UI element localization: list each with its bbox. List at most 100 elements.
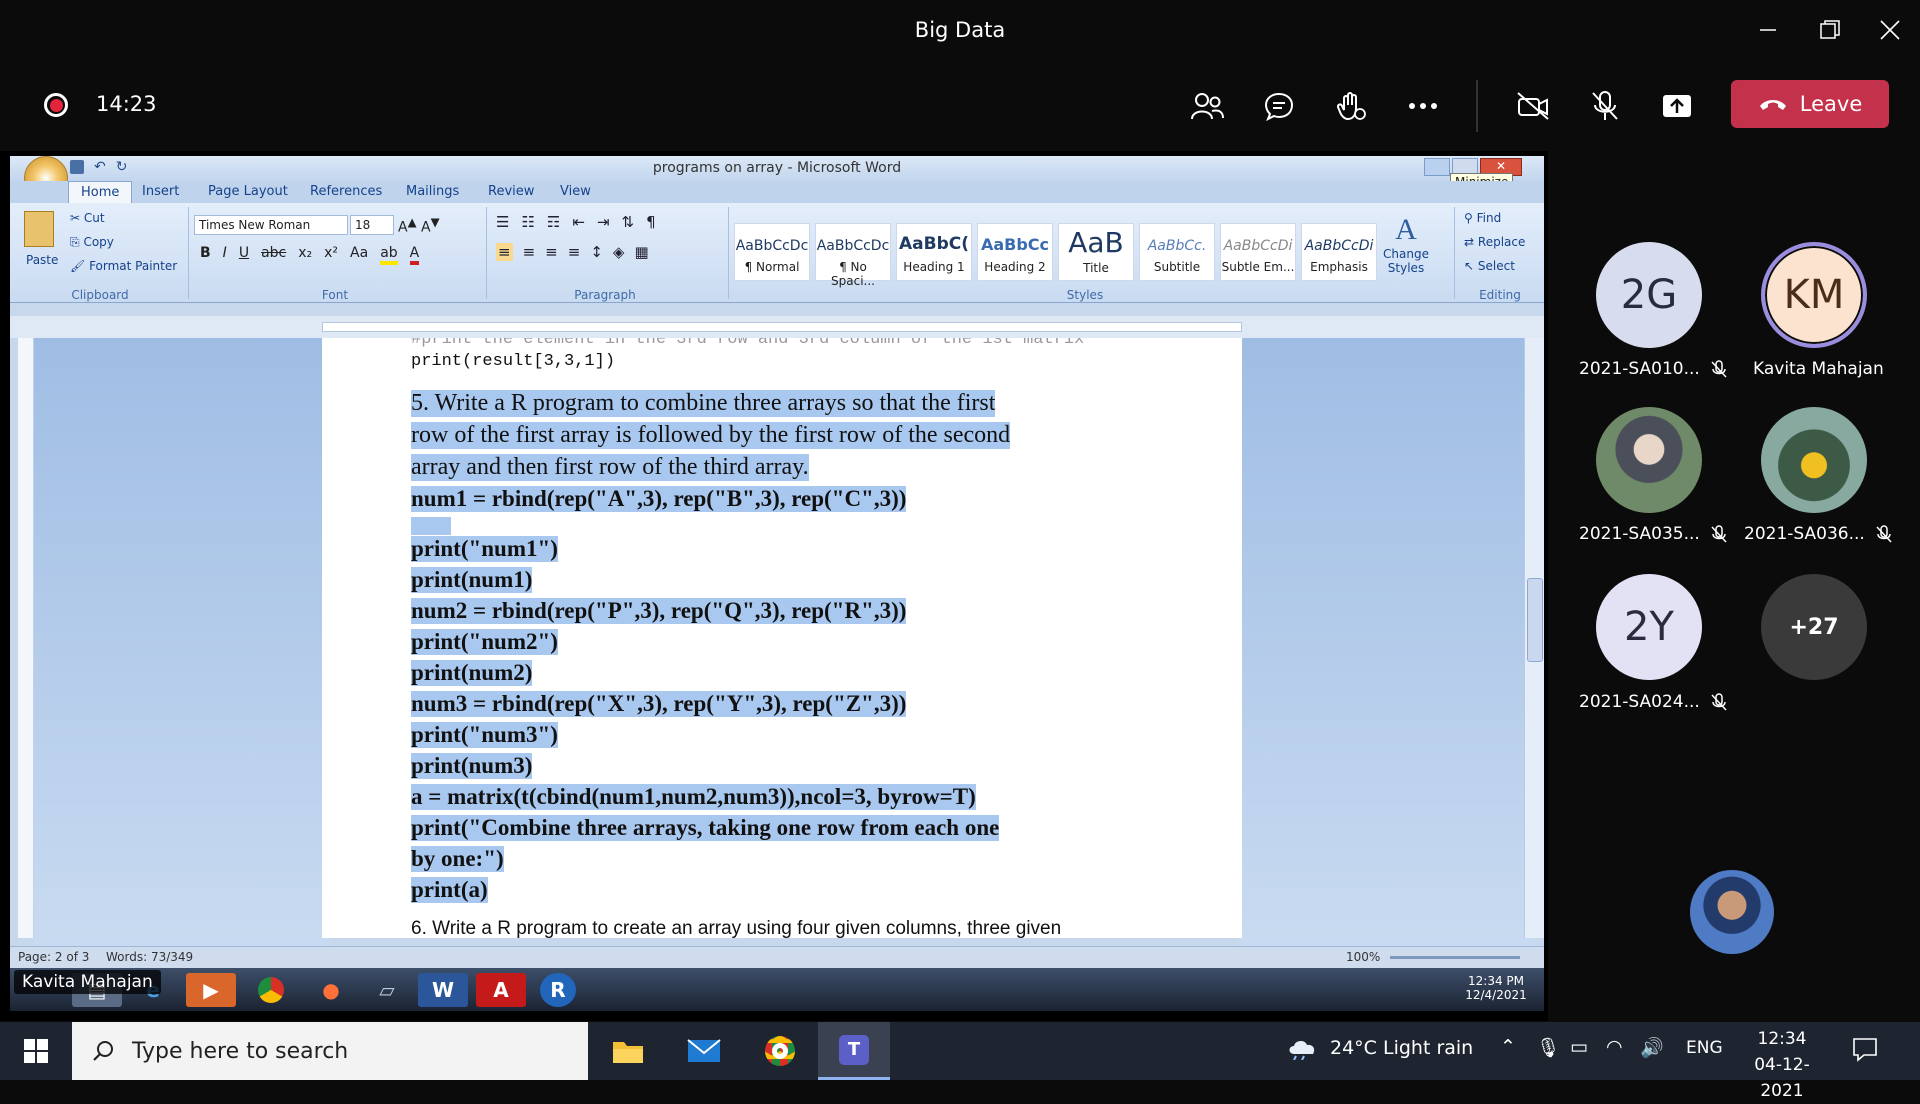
network-icon[interactable]: ◠ [1606,1036,1623,1058]
format-painter-button[interactable]: 🖌 Format Painter [70,259,190,273]
style-emphasis[interactable]: AaBbCcDi Emphasis [1301,223,1377,281]
shared-app-chrome[interactable] [246,973,296,1007]
show-marks-icon[interactable]: ¶ [646,213,656,231]
shared-app-media[interactable]: ▶ [186,973,236,1007]
battery-icon[interactable]: ▭ [1570,1036,1588,1058]
horizontal-ruler[interactable] [10,316,1544,338]
more-options-button[interactable] [1400,84,1446,128]
tab-home[interactable]: Home [68,181,133,203]
show-hidden-icons[interactable]: ⌃ [1500,1036,1516,1058]
bullets-icon[interactable]: ☰ [496,213,509,231]
tab-insert[interactable]: Insert [142,184,179,199]
line-spacing-icon[interactable]: ↕ [590,243,603,261]
style-title[interactable]: AaB Title [1058,223,1134,281]
borders-icon[interactable]: ▦ [634,243,648,261]
font-name-select[interactable]: Times New Roman [194,215,348,235]
align-right-icon[interactable]: ≡ [545,243,558,261]
highlight-icon[interactable]: ab [380,245,398,265]
strikethrough-icon[interactable]: abc [261,245,286,265]
word-count[interactable]: Words: 73/349 [106,950,193,964]
superscript-icon[interactable]: x² [324,245,338,265]
tab-page-layout[interactable]: Page Layout [208,184,288,199]
chat-button[interactable] [1256,84,1302,128]
zoom-level[interactable]: 100% [1346,950,1380,964]
word-minimize-button[interactable] [1424,158,1450,176]
volume-icon[interactable]: 🔊 [1640,1036,1664,1059]
find-button[interactable]: ⚲ Find [1464,211,1501,225]
participant-avatar-speaking[interactable]: KM [1761,242,1867,348]
tab-mailings[interactable]: Mailings [406,184,459,199]
replace-button[interactable]: ⇄ Replace [1464,235,1525,249]
font-color-icon[interactable]: A [409,245,420,265]
paste-icon[interactable] [24,211,54,247]
tab-references[interactable]: References [310,184,382,199]
align-left-icon[interactable]: ≡ [496,243,513,261]
style-heading-1[interactable]: AaBbC(Heading 1 [896,223,972,281]
paste-button[interactable]: Paste [26,253,58,267]
justify-icon[interactable]: ≡ [568,243,581,261]
shared-app-r[interactable]: R [540,973,576,1007]
close-button[interactable] [1860,0,1920,59]
select-button[interactable]: ↖ Select [1464,259,1515,273]
start-button[interactable] [0,1022,72,1080]
system-clock[interactable]: 12:34 04-12-2021 [1736,1026,1828,1104]
taskbar-mail[interactable] [668,1022,740,1080]
minimize-button[interactable] [1738,0,1798,59]
style-subtitle[interactable]: AaBbCc. Subtitle [1139,223,1215,281]
taskbar-search[interactable]: Type here to search [72,1022,588,1080]
reactions-button[interactable] [1328,84,1374,128]
decrease-indent-icon[interactable]: ⇤ [572,213,585,231]
taskbar-teams[interactable]: T [818,1022,890,1080]
vertical-ruler[interactable] [18,338,34,938]
notifications-button[interactable] [1852,1036,1878,1066]
page-count[interactable]: Page: 2 of 3 [18,950,89,964]
copy-button[interactable]: ⎘ Copy [70,235,170,250]
tab-view[interactable]: View [560,184,591,199]
style-no-spacing[interactable]: AaBbCcDc ¶ No Spaci... [815,223,891,288]
change-case-icon[interactable]: Aa [350,245,368,265]
scrollbar-thumb[interactable] [1527,578,1543,662]
shared-app-firefox[interactable]: ● [306,973,356,1007]
weather-widget[interactable]: 24°C Light rain [1286,1036,1473,1060]
shared-app-acrobat[interactable]: A [476,973,526,1007]
mic-toggle-button[interactable] [1582,84,1628,128]
multilevel-list-icon[interactable]: ☶ [547,213,560,231]
shared-app-word[interactable]: W [418,973,468,1007]
taskbar-chrome[interactable] [744,1022,816,1080]
microphone-tray-icon[interactable]: 🎙 [1536,1036,1560,1059]
font-size-select[interactable]: 18 [350,215,394,235]
participant-photo-avatar[interactable] [1596,407,1702,513]
more-participants-button[interactable]: +27 [1761,574,1867,680]
style-normal[interactable]: AaBbCcDc ¶ Normal [734,223,810,281]
italic-icon[interactable]: I [223,245,227,265]
increase-indent-icon[interactable]: ⇥ [597,213,610,231]
subscript-icon[interactable]: x₂ [298,245,312,265]
change-styles-button[interactable]: A Change Styles [1376,213,1436,275]
restore-button[interactable] [1800,0,1860,59]
align-center-icon[interactable]: ≡ [523,243,536,261]
document-page[interactable]: #print the element in the 3rd row and 3r… [322,338,1242,938]
grow-font-icon[interactable]: A▲ A▼ [398,215,440,236]
people-button[interactable] [1184,84,1230,128]
bold-icon[interactable]: B [200,245,211,265]
participant-avatar[interactable]: 2Y [1596,574,1702,680]
shared-app-notes[interactable]: ▱ [362,973,412,1007]
vertical-scrollbar[interactable] [1524,338,1544,938]
language-indicator[interactable]: ENG [1686,1038,1723,1058]
shading-icon[interactable]: ◈ [613,243,625,261]
share-button[interactable] [1654,84,1700,128]
leave-button[interactable]: Leave [1731,80,1889,128]
style-heading-2[interactable]: AaBbCc Heading 2 [977,223,1053,281]
zoom-slider[interactable] [1390,956,1520,959]
cut-button[interactable]: ✂ Cut [70,211,170,225]
taskbar-file-explorer[interactable] [592,1022,664,1080]
camera-toggle-button[interactable] [1510,84,1556,128]
underline-icon[interactable]: U [239,245,249,265]
participant-avatar[interactable]: 2G [1596,242,1702,348]
style-subtle-emphasis[interactable]: AaBbCcDi Subtle Em... [1220,223,1296,281]
participant-photo-avatar[interactable] [1761,407,1867,513]
sort-icon[interactable]: ⇅ [622,213,635,231]
self-view-avatar[interactable] [1690,870,1774,954]
numbering-icon[interactable]: ☷ [521,213,534,231]
tab-review[interactable]: Review [488,184,534,199]
